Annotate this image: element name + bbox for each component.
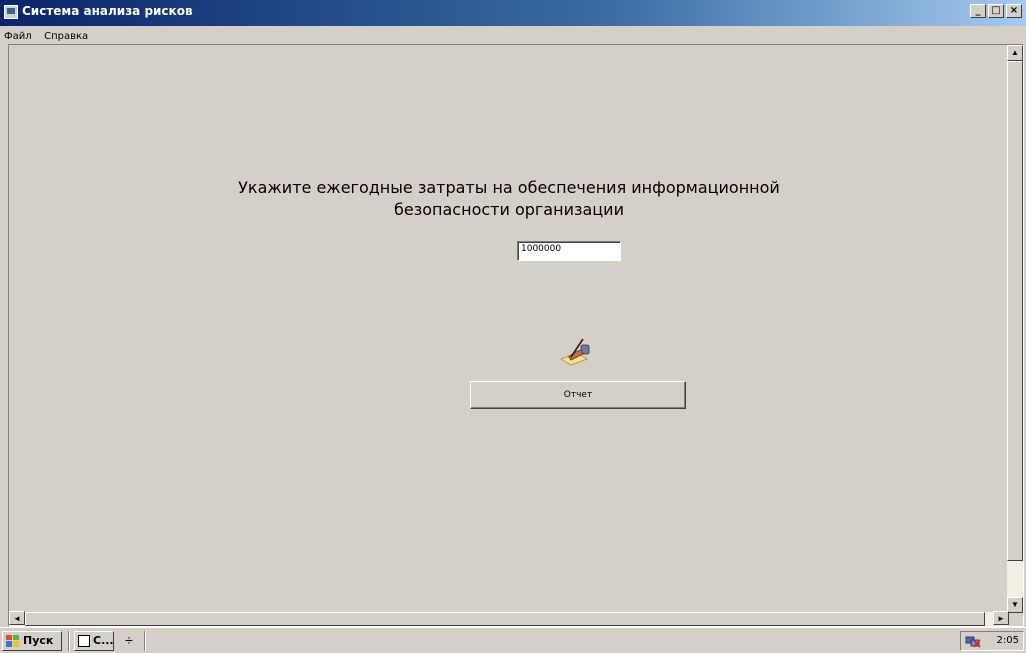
taskbar-separator bbox=[68, 631, 70, 651]
writing-hand-icon bbox=[559, 338, 590, 366]
client-area: Укажите ежегодные затраты на обеспечения… bbox=[8, 44, 1024, 627]
app-window: Система анализа рисков _ □ × Файл Справк… bbox=[0, 0, 1026, 627]
vertical-scrollbar[interactable]: ▲ ▼ bbox=[1007, 45, 1023, 613]
prompt-line-1: Укажите ежегодные затраты на обеспечения… bbox=[238, 178, 780, 197]
taskbar: Пуск С... ÷ 2:05 bbox=[0, 627, 1026, 653]
window-title: Система анализа рисков bbox=[22, 4, 193, 18]
scroll-left-button[interactable]: ◄ bbox=[9, 611, 25, 625]
app-icon[interactable] bbox=[4, 5, 18, 19]
system-tray: 2:05 bbox=[960, 631, 1024, 651]
close-button[interactable]: × bbox=[1006, 4, 1022, 18]
report-button[interactable]: Отчет bbox=[470, 381, 686, 409]
horizontal-scrollbar[interactable]: ◄ ► bbox=[9, 611, 1009, 626]
cost-prompt: Укажите ежегодные затраты на обеспечения… bbox=[9, 177, 1009, 221]
maximize-button[interactable]: □ bbox=[988, 4, 1004, 18]
scroll-down-button[interactable]: ▼ bbox=[1007, 597, 1023, 613]
start-button[interactable]: Пуск bbox=[2, 631, 62, 651]
horizontal-scroll-thumb[interactable] bbox=[25, 612, 985, 626]
caption-buttons: _ □ × bbox=[968, 4, 1022, 18]
taskbar-separator bbox=[144, 631, 146, 651]
vertical-scroll-thumb[interactable] bbox=[1007, 61, 1023, 561]
network-disconnected-icon[interactable] bbox=[965, 634, 981, 648]
app-window-icon bbox=[78, 635, 90, 647]
windows-logo-icon bbox=[6, 635, 19, 647]
title-bar[interactable]: Система анализа рисков _ □ × bbox=[0, 0, 1026, 26]
taskbar-app-button[interactable]: С... bbox=[74, 631, 114, 651]
scroll-up-button[interactable]: ▲ bbox=[1007, 45, 1023, 61]
start-label: Пуск bbox=[23, 634, 54, 647]
menu-file[interactable]: Файл bbox=[0, 30, 36, 43]
taskbar-resize-icon[interactable]: ÷ bbox=[122, 633, 136, 649]
menu-bar: Файл Справка bbox=[0, 26, 1026, 42]
annual-cost-input[interactable]: 1000000 bbox=[517, 241, 621, 261]
clock: 2:05 bbox=[996, 635, 1019, 646]
taskbar-app-label: С... bbox=[93, 634, 114, 647]
prompt-line-2: безопасности организации bbox=[394, 200, 624, 219]
minimize-button[interactable]: _ bbox=[970, 4, 986, 18]
scroll-right-button[interactable]: ► bbox=[993, 611, 1009, 625]
menu-help[interactable]: Справка bbox=[40, 30, 92, 43]
